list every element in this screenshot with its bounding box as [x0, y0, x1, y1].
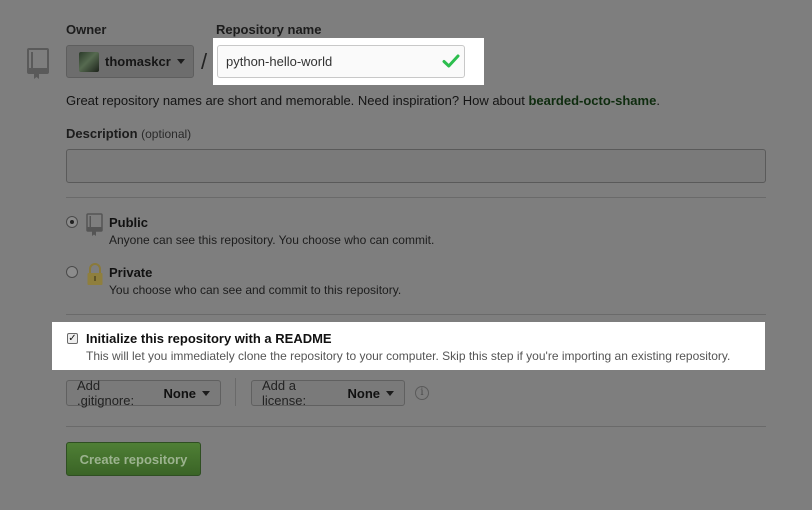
owner-name: thomaskcr: [105, 54, 171, 69]
description-label: Description (optional): [66, 126, 192, 141]
public-radio[interactable]: [66, 216, 78, 228]
divider: [235, 378, 236, 406]
gitignore-dropdown[interactable]: Add .gitignore: None: [66, 378, 221, 408]
avatar: [79, 51, 99, 72]
divider: [66, 314, 766, 315]
optional-note: (optional): [141, 127, 192, 141]
public-title: Public: [109, 215, 149, 230]
repo-name-input[interactable]: [217, 45, 465, 78]
divider: [66, 197, 766, 198]
private-title: Private: [109, 265, 153, 280]
owner-label: Owner: [66, 22, 107, 37]
license-dropdown[interactable]: Add a license: None: [251, 378, 405, 408]
divider: [66, 426, 766, 427]
caret-down-icon: [386, 390, 394, 396]
private-desc: You choose who can see and commit to thi…: [109, 283, 402, 297]
readme-desc: This will let you immediately clone the …: [86, 349, 731, 363]
caret-down-icon: [176, 59, 185, 64]
public-desc: Anyone can see this repository. You choo…: [109, 233, 435, 247]
private-radio[interactable]: [66, 266, 78, 278]
name-suggestion-link[interactable]: bearded-octo-shame: [528, 93, 656, 108]
owner-dropdown[interactable]: thomaskcr: [66, 45, 194, 78]
repo-name-hint: Great repository names are short and mem…: [66, 93, 660, 108]
owner-repo-separator: /: [201, 49, 208, 74]
check-icon: [442, 54, 460, 68]
create-repository-button[interactable]: Create repository: [66, 442, 201, 476]
description-input[interactable]: [66, 149, 766, 183]
repository-book-icon: [27, 48, 49, 79]
info-icon[interactable]: i: [415, 386, 429, 400]
repo-name-label: Repository name: [216, 22, 322, 37]
public-repo-icon: [86, 213, 103, 236]
readme-title: Initialize this repository with a README: [86, 331, 332, 346]
lock-icon: [87, 263, 103, 285]
caret-down-icon: [202, 390, 210, 396]
readme-checkbox[interactable]: ✓: [67, 333, 78, 344]
